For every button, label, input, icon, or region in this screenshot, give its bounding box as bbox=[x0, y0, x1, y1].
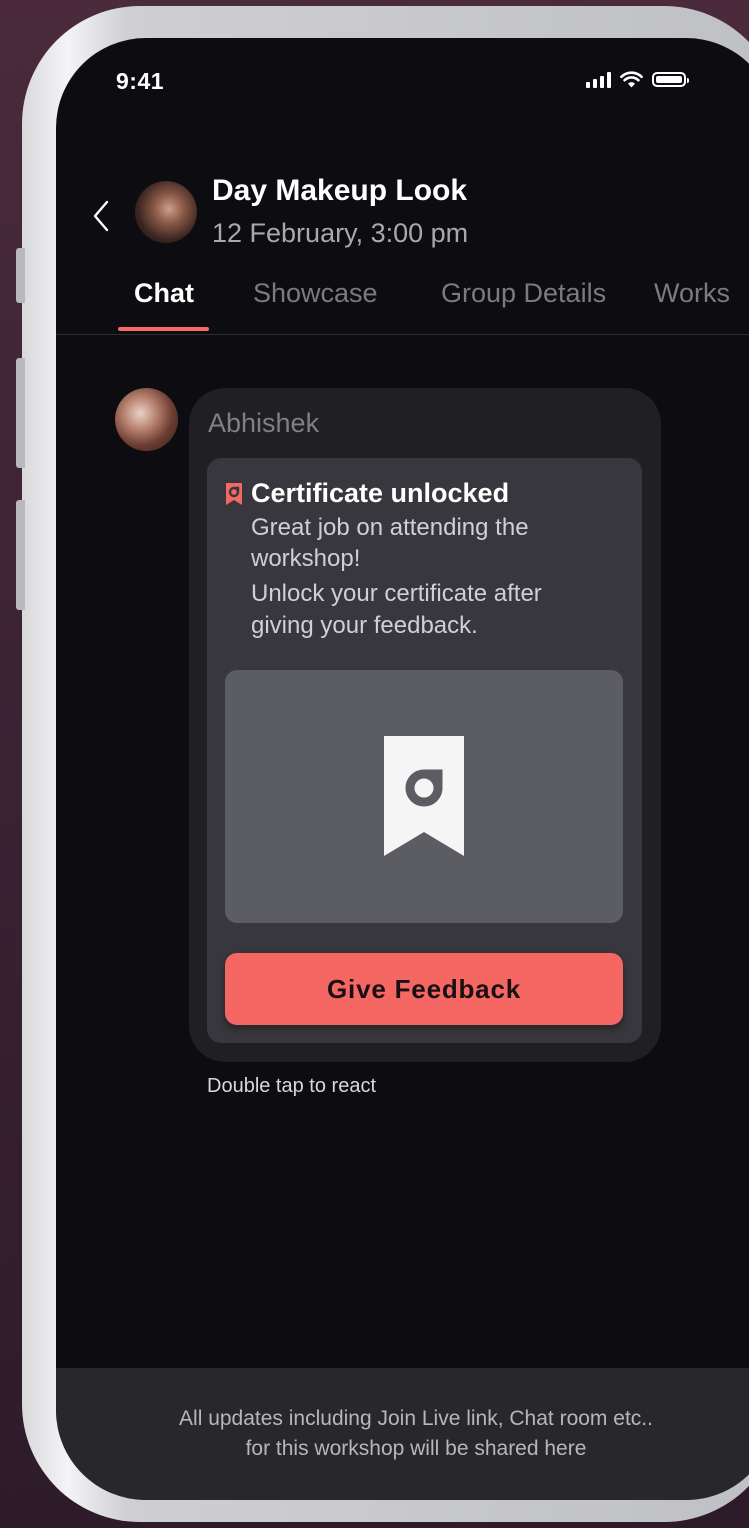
certificate-text-line: Unlock your certificate after bbox=[251, 580, 542, 607]
mute-switch bbox=[16, 248, 25, 303]
chat-title: Day Makeup Look bbox=[212, 174, 468, 207]
react-hint: Double tap to react bbox=[207, 1075, 376, 1097]
certificate-preview[interactable] bbox=[225, 670, 623, 923]
volume-up-button bbox=[16, 358, 25, 468]
tab-chat[interactable]: Chat bbox=[134, 278, 194, 309]
certificate-text-line: giving your feedback. bbox=[251, 612, 478, 639]
certificate-ribbon-icon bbox=[384, 736, 464, 856]
footer-line: for this workshop will be shared here bbox=[245, 1437, 587, 1460]
phone-screen: 9:41 Day Makeup Look 12 February, 3:00 p… bbox=[56, 38, 749, 1500]
volume-down-button bbox=[16, 500, 25, 610]
footer-line: All updates including Join Live link, Ch… bbox=[179, 1407, 653, 1430]
tab-bar: Chat Showcase Group Details Works bbox=[56, 274, 749, 335]
tab-works[interactable]: Works bbox=[654, 278, 730, 309]
certificate-title: Certificate unlocked bbox=[251, 478, 510, 508]
back-chevron-icon[interactable] bbox=[90, 198, 114, 234]
status-icons bbox=[586, 71, 689, 88]
sender-avatar[interactable] bbox=[115, 388, 178, 451]
group-avatar[interactable] bbox=[135, 181, 197, 243]
status-time: 9:41 bbox=[116, 68, 165, 94]
certificate-text-line: workshop! bbox=[251, 545, 361, 572]
certificate-text-line: Great job on attending the bbox=[251, 514, 529, 541]
chat-footer-notice: All updates including Join Live link, Ch… bbox=[56, 1368, 749, 1500]
message-bubble[interactable]: Abhishek Certificate unlocked Great job … bbox=[189, 388, 661, 1062]
footer-notice-text: All updates including Join Live link, Ch… bbox=[56, 1404, 749, 1464]
battery-icon bbox=[652, 72, 689, 87]
certificate-card: Certificate unlocked Great job on attend… bbox=[207, 458, 642, 1043]
wifi-icon bbox=[620, 71, 643, 88]
sender-name: Abhishek bbox=[208, 408, 320, 438]
signal-icon bbox=[586, 71, 611, 88]
tab-group-details[interactable]: Group Details bbox=[441, 278, 606, 309]
give-feedback-button[interactable]: Give Feedback bbox=[225, 953, 623, 1025]
certificate-badge-icon bbox=[226, 483, 242, 505]
active-tab-indicator bbox=[118, 327, 209, 331]
chat-datetime: 12 February, 3:00 pm bbox=[212, 218, 469, 248]
tab-showcase[interactable]: Showcase bbox=[253, 278, 378, 309]
